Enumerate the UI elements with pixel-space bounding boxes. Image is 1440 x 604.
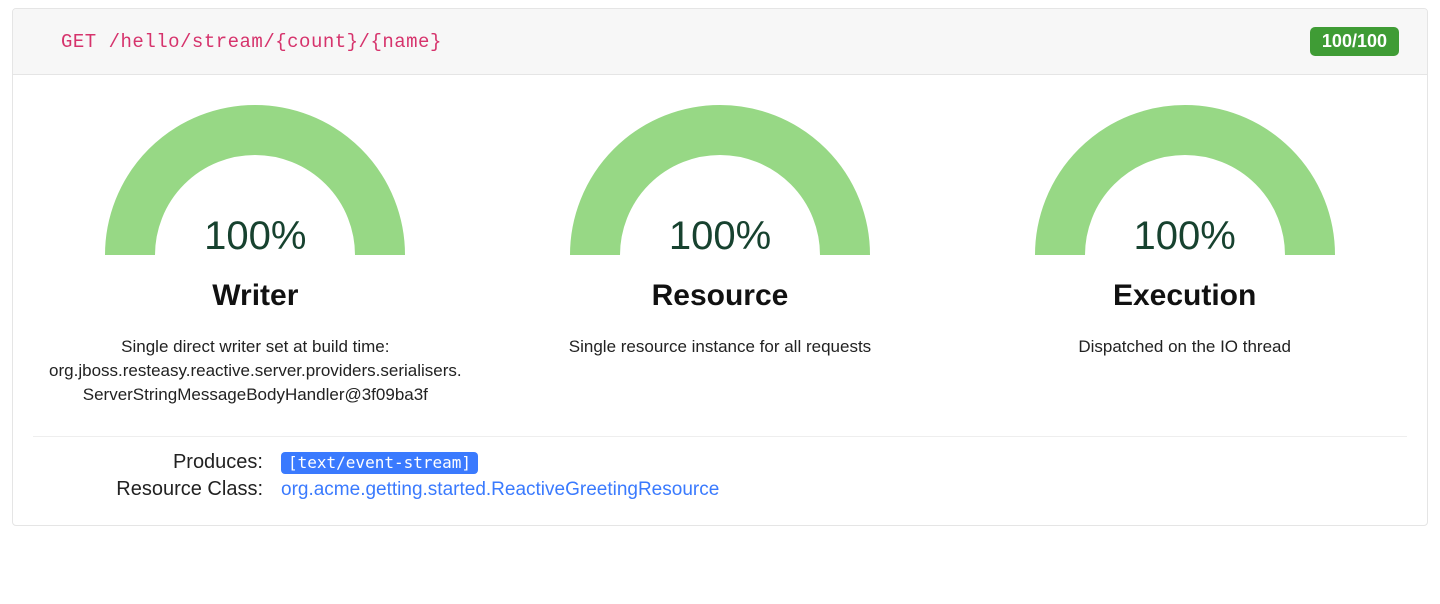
gauge-desc: Single resource instance for all request… [505,335,935,359]
panel-body: 100% Writer Single direct writer set at … [13,75,1427,525]
panel-header[interactable]: GET /hello/stream/{count}/{name} 100/100 [13,9,1427,75]
meta-row-produces: Produces: [text/event-stream] [41,451,1399,474]
gauge-title: Resource [505,279,935,313]
meta-label-produces: Produces: [41,451,281,474]
meta-value-produces: [text/event-stream] [281,452,478,474]
resource-class-link[interactable]: org.acme.getting.started.ReactiveGreetin… [281,479,719,500]
meta-value-resource-class: org.acme.getting.started.ReactiveGreetin… [281,479,719,501]
produces-pill: [text/event-stream] [281,452,478,474]
gauge-arc-writer: 100% [105,105,405,265]
gauge-percent: 100% [105,214,405,259]
endpoint-method-path: GET /hello/stream/{count}/{name} [61,31,442,53]
meta-row-resource-class: Resource Class: org.acme.getting.started… [41,478,1399,501]
divider [33,436,1407,437]
gauge-title: Execution [970,279,1400,313]
meta-label-resource-class: Resource Class: [41,478,281,501]
gauge-percent: 100% [570,214,870,259]
gauge-desc: Single direct writer set at build time: … [40,335,470,406]
gauge-writer: 100% Writer Single direct writer set at … [40,105,470,406]
gauge-desc: Dispatched on the IO thread [970,335,1400,359]
endpoint-panel: GET /hello/stream/{count}/{name} 100/100… [12,8,1428,526]
gauge-resource: 100% Resource Single resource instance f… [505,105,935,359]
gauge-percent: 100% [1035,214,1335,259]
gauge-execution: 100% Execution Dispatched on the IO thre… [970,105,1400,359]
score-badge: 100/100 [1310,27,1399,56]
gauge-arc-resource: 100% [570,105,870,265]
gauge-arc-execution: 100% [1035,105,1335,265]
gauge-title: Writer [40,279,470,313]
meta-section: Produces: [text/event-stream] Resource C… [33,451,1407,511]
gauges-row: 100% Writer Single direct writer set at … [33,105,1407,406]
